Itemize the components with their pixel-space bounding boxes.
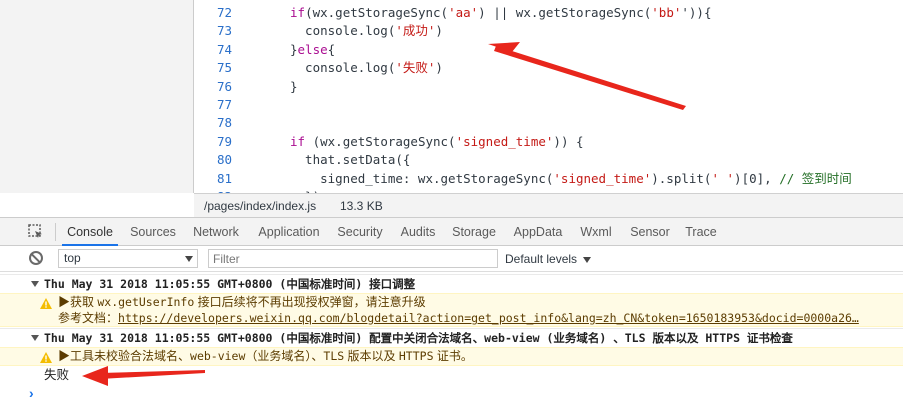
log-levels-dropdown[interactable]: Default levels [505,246,592,272]
code-line: signed_time: wx.getStorageSync('signed_t… [290,170,852,186]
chevron-down-icon [583,256,592,263]
tab-trace[interactable]: Trace [681,218,721,246]
group-title: Thu May 31 2018 11:05:55 GMT+0800 (中国标准时… [44,331,793,345]
expand-triangle-icon[interactable] [31,281,39,287]
tab-security[interactable]: Security [333,218,387,246]
warning-icon [40,298,52,309]
line-number: 72 [216,5,232,20]
tab-wxml[interactable]: Wxml [575,218,617,246]
clear-console-icon[interactable] [29,251,43,265]
tab-audits[interactable]: Audits [395,218,441,246]
tab-storage[interactable]: Storage [448,218,500,246]
code-line: that.setData({ [290,152,411,168]
console-group-header[interactable]: Thu May 31 2018 11:05:55 GMT+0800 (中国标准时… [0,274,903,292]
toolbar-divider [55,223,56,241]
code-line: if (wx.getStorageSync('signed_time')) { [290,133,584,149]
file-navigator-pane [0,0,194,193]
context-selector-value: top [64,251,81,265]
console-warning: ▶获取 wx.getUserInfo 接口后续将不再出现授权弹窗，请注意升级 参… [0,293,903,327]
line-number-gutter: 7273747576777879808182 [194,0,240,193]
editor-status-bar: /pages/index/index.js 13.3 KB [194,193,903,217]
file-size: 13.3 KB [340,199,383,213]
group-title: Thu May 31 2018 11:05:55 GMT+0800 (中国标准时… [44,277,416,291]
line-number: 76 [216,78,232,94]
line-number: 74 [216,41,232,57]
line-number: 79 [216,133,232,149]
console-log-output: 失败 [44,368,70,382]
filter-input[interactable] [208,249,498,268]
tab-application[interactable]: Application [252,218,326,246]
annotation-arrow-failure [82,366,205,386]
line-number: 73 [216,23,232,39]
tab-sources[interactable]: Sources [124,218,182,246]
tab-console[interactable]: Console [62,218,118,246]
chevron-down-icon [185,256,193,262]
warning-icon [40,352,52,363]
inspect-element-icon[interactable] [28,224,44,240]
file-path: /pages/index/index.js [204,199,317,213]
code-line: } [290,78,298,94]
devtools-tab-bar: Console Sources Network Application Secu… [0,217,903,246]
code-line: }else{ [290,41,336,57]
line-number: 77 [216,97,232,112]
code-area[interactable]: if(wx.getStorageSync('aa') || wx.getStor… [240,0,903,193]
line-number: 78 [216,115,232,131]
warning-reference: 参考文档：https://developers.weixin.qq.com/bl… [58,311,859,325]
console-toolbar: top Default levels [0,246,903,272]
source-editor[interactable]: 7273747576777879808182 if(wx.getStorageS… [0,0,903,193]
warning-message: ▶工具未校验合法域名、web-view（业务域名）、TLS 版本以及 HTTPS… [58,349,473,363]
code-line: console.log('成功') [290,23,443,39]
tab-sensor[interactable]: Sensor [625,218,675,246]
doc-link[interactable]: https://developers.weixin.qq.com/blogdet… [118,311,859,325]
line-number: 80 [216,152,232,168]
line-number: 81 [216,170,232,186]
console-group-header[interactable]: Thu May 31 2018 11:05:55 GMT+0800 (中国标准时… [0,328,903,346]
tab-appdata[interactable]: AppData [509,218,567,246]
expand-triangle-icon[interactable] [31,335,39,341]
console-prompt-icon[interactable]: › [29,384,34,402]
code-line: console.log('失败') [290,60,443,76]
code-line: if(wx.getStorageSync('aa') || wx.getStor… [290,5,712,20]
log-levels-label: Default levels [505,252,578,266]
warning-message: ▶获取 wx.getUserInfo 接口后续将不再出现授权弹窗，请注意升级 [58,295,426,309]
console-warning: ▶工具未校验合法域名、web-view（业务域名）、TLS 版本以及 HTTPS… [0,347,903,366]
context-selector[interactable]: top [58,249,198,268]
tab-network[interactable]: Network [187,218,245,246]
line-number: 75 [216,60,232,76]
